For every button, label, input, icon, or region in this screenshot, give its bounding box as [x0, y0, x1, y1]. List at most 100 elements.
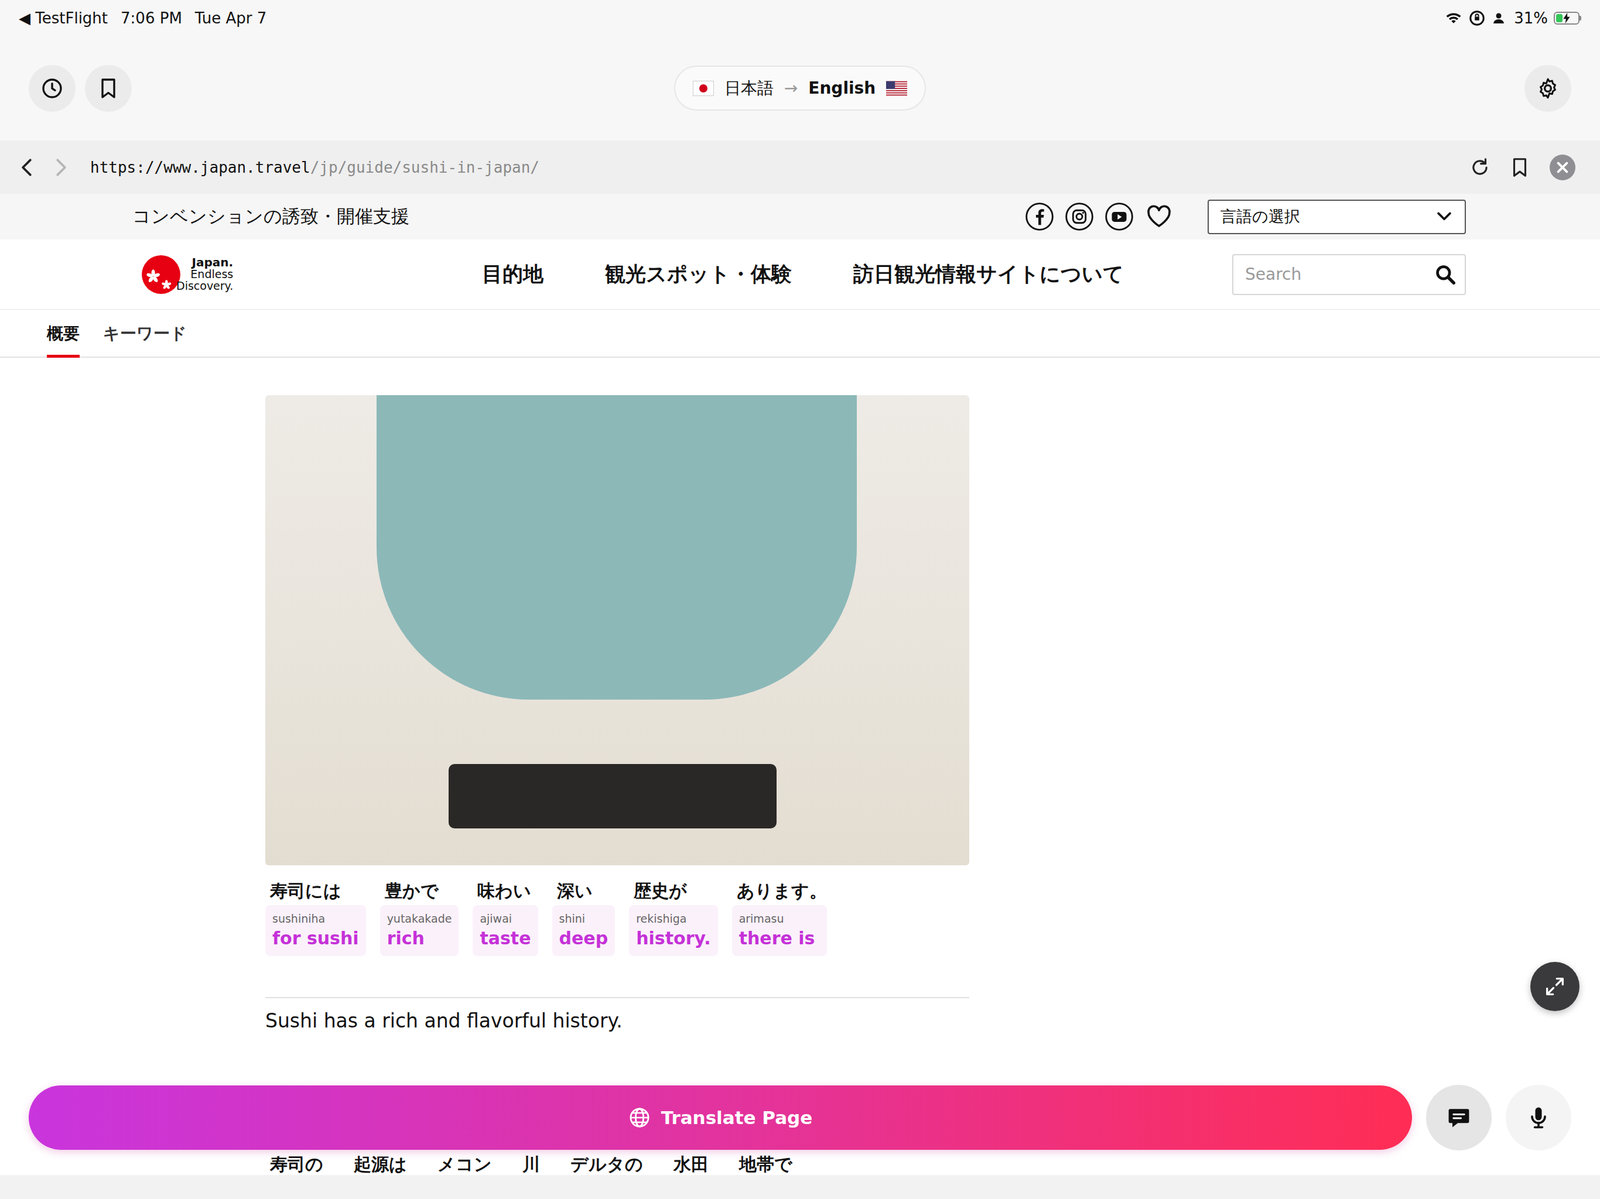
logo-line: Endless	[190, 268, 234, 281]
token-japanese[interactable]: 地帯で	[734, 1154, 793, 1176]
url-domain: https://www.japan.travel	[90, 158, 311, 177]
sentence-translation: Sushi has a rich and flavorful history.	[265, 1009, 970, 1035]
word-token[interactable]: 味わい ajiwai taste	[472, 880, 538, 957]
token-romaji: arimasu	[739, 912, 820, 926]
japan-flag-icon	[692, 80, 714, 97]
token-english: deep	[559, 928, 609, 950]
token-english: history.	[636, 928, 711, 950]
token-english: rich	[387, 928, 453, 950]
status-bar: ◀ TestFlight 7:06 PM Tue Apr 7 31%	[0, 0, 1600, 36]
page-tab[interactable]: キーワード	[103, 309, 187, 358]
language-arrow: →	[784, 78, 798, 98]
us-flag-icon	[886, 80, 908, 97]
youtube-icon[interactable]	[1104, 202, 1134, 232]
token-romaji: shini	[559, 912, 609, 926]
charging-bolt-icon	[1563, 12, 1571, 24]
nav-item[interactable]: 観光スポット・体験	[604, 260, 792, 289]
bookmark-icon	[96, 76, 121, 101]
site-logo[interactable]: Japan. Endless Discovery.	[139, 253, 234, 296]
bookmarks-button[interactable]	[84, 65, 132, 112]
logo-line: Discovery.	[176, 280, 234, 293]
token-japanese[interactable]: デルタの	[565, 1154, 644, 1176]
url-path: /jp/guide/sushi-in-japan/	[310, 158, 540, 177]
page-tabs: 概要キーワード	[0, 309, 1600, 358]
back-icon[interactable]	[16, 156, 39, 179]
search-placeholder: Search	[1245, 264, 1302, 285]
wifi-icon	[1444, 9, 1463, 27]
token-japanese: あります。	[732, 880, 827, 902]
next-token-row: 寿司の 起源は メコン 川 デルタの 水田 地帯で	[265, 1154, 970, 1176]
back-to-app[interactable]: ◀ TestFlight	[18, 9, 108, 27]
token-japanese[interactable]: 川	[517, 1154, 540, 1176]
person-icon	[1491, 11, 1506, 26]
token-japanese[interactable]: 水田	[668, 1154, 709, 1176]
word-token[interactable]: あります。 arimasu there is	[732, 880, 827, 957]
token-english: for sushi	[272, 928, 360, 950]
token-japanese[interactable]: 起源は	[349, 1154, 408, 1176]
language-pair-selector[interactable]: 日本語 → English	[674, 65, 926, 111]
microphone-button[interactable]	[1505, 1085, 1572, 1151]
logo-line: Japan.	[192, 256, 234, 269]
token-japanese: 寿司には	[265, 880, 367, 902]
word-token[interactable]: 豊かで yutakakade rich	[380, 880, 460, 957]
chat-bubble-icon	[1445, 1105, 1472, 1131]
translator-app: ◀ TestFlight 7:06 PM Tue Apr 7 31% 日本語 →…	[0, 0, 1600, 1199]
token-japanese[interactable]: メコン	[432, 1154, 492, 1176]
token-japanese: 歴史が	[628, 880, 718, 902]
translate-page-label: Translate Page	[661, 1107, 813, 1129]
target-language: English	[808, 78, 876, 98]
clock-icon	[40, 76, 64, 101]
chevron-down-icon	[1434, 206, 1455, 227]
token-english: there is	[739, 928, 820, 950]
close-icon[interactable]	[1549, 154, 1576, 181]
search-icon[interactable]	[1434, 263, 1457, 286]
source-language: 日本語	[724, 77, 774, 100]
token-romaji: rekishiga	[636, 912, 711, 926]
url-field[interactable]: https://www.japan.travel/jp/guide/sushi-…	[81, 158, 1452, 177]
site-navigation: Japan. Endless Discovery. 目的地 観光スポット・体験 訪日…	[0, 239, 1600, 310]
settings-button[interactable]	[1524, 65, 1572, 112]
chat-button[interactable]	[1426, 1085, 1492, 1151]
bottom-strip	[0, 1175, 1600, 1199]
expand-button[interactable]	[1530, 962, 1580, 1012]
bottom-bar: Translate Page	[28, 1085, 1572, 1151]
microphone-icon	[1525, 1105, 1552, 1131]
history-button[interactable]	[28, 65, 76, 112]
token-english: taste	[479, 928, 531, 950]
word-token[interactable]: 深い shini deep	[552, 880, 616, 957]
language-select[interactable]: 言語の選択	[1207, 199, 1466, 235]
token-japanese[interactable]: 寿司の	[265, 1154, 324, 1176]
divider	[265, 997, 970, 999]
address-bar: https://www.japan.travel/jp/guide/sushi-…	[0, 140, 1600, 194]
status-time: 7:06 PM	[120, 9, 183, 27]
nav-item[interactable]: 目的地	[481, 260, 544, 289]
word-token[interactable]: 歴史が rekishiga history.	[628, 880, 718, 957]
site-top-strip: コンベンションの誘致・開催支援 言語の選択	[0, 193, 1600, 240]
language-select-label: 言語の選択	[1220, 206, 1301, 228]
word-token[interactable]: 寿司には sushiniha for sushi	[265, 880, 367, 957]
token-romaji: yutakakade	[387, 912, 453, 926]
gear-icon	[1536, 76, 1560, 101]
sakura-logo-icon	[139, 253, 183, 296]
expand-arrows-icon	[1543, 975, 1567, 999]
token-romaji: sushiniha	[272, 912, 360, 926]
app-toolbar: 日本語 → English	[0, 35, 1600, 141]
web-page: コンベンションの誘致・開催支援 言語の選択 Japan. Endless Dis…	[0, 193, 1600, 1199]
site-search-field[interactable]: Search	[1232, 254, 1466, 296]
token-japanese: 味わい	[472, 880, 538, 902]
convention-link[interactable]: コンベンションの誘致・開催支援	[132, 204, 410, 229]
token-japanese: 豊かで	[380, 880, 460, 902]
token-romaji: ajiwai	[479, 912, 531, 926]
heart-icon[interactable]	[1144, 202, 1174, 232]
page-tab[interactable]: 概要	[46, 309, 80, 358]
instagram-icon[interactable]	[1064, 202, 1094, 232]
token-row: 寿司には sushiniha for sushi豊かで yutakakade r…	[265, 880, 970, 957]
reload-icon[interactable]	[1468, 156, 1492, 179]
battery-icon	[1553, 11, 1582, 25]
rotation-lock-icon	[1468, 9, 1486, 27]
nav-item[interactable]: 訪日観光情報サイトについて	[853, 260, 1124, 289]
bookmark-page-icon[interactable]	[1508, 156, 1531, 179]
translate-page-button[interactable]: Translate Page	[28, 1085, 1413, 1151]
forward-icon[interactable]	[49, 156, 72, 179]
facebook-icon[interactable]	[1024, 202, 1055, 232]
